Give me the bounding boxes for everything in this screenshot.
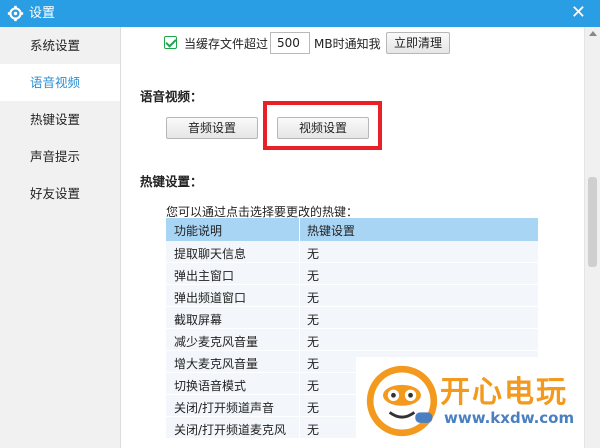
- hotkeys-heading: 热键设置：: [140, 174, 203, 189]
- hotkey-value: 无: [307, 247, 320, 261]
- hotkey-value: 无: [307, 357, 320, 371]
- sidebar-item-sound-alerts[interactable]: 声音提示: [0, 138, 120, 175]
- hotkey-value: 无: [307, 313, 320, 327]
- hotkey-name: 截取屏幕: [174, 313, 223, 327]
- watermark-mascot-icon: [366, 365, 438, 437]
- hotkey-value: 无: [307, 291, 320, 305]
- hotkey-name: 弹出频道窗口: [174, 291, 247, 305]
- hotkey-name: 关闭/打开频道麦克风: [174, 423, 287, 437]
- highlight-box: [263, 101, 382, 150]
- vertical-scrollbar[interactable]: [584, 27, 600, 448]
- table-row[interactable]: 提取聊天信息 无: [166, 241, 538, 263]
- window-title: 设置: [29, 6, 56, 21]
- table-row[interactable]: 弹出主窗口 无: [166, 263, 538, 285]
- sidebar-item-system[interactable]: 系统设置: [0, 27, 120, 64]
- hotkey-table-header: 功能说明 热键设置: [166, 218, 538, 241]
- watermark-url: www.kxdw.com: [444, 409, 575, 427]
- column-divider: [299, 218, 300, 438]
- table-row[interactable]: 减少麦克风音量 无: [166, 329, 538, 351]
- sidebar-item-voice-video[interactable]: 语音视频: [0, 64, 120, 101]
- column-header-function: 功能说明: [174, 224, 223, 238]
- voice-video-heading: 语音视频：: [140, 89, 203, 104]
- audio-settings-button[interactable]: 音频设置: [166, 117, 258, 139]
- hotkey-name: 提取聊天信息: [174, 247, 247, 261]
- cache-unit-label: MB时通知我: [314, 37, 381, 51]
- table-row[interactable]: 截取屏幕 无: [166, 307, 538, 329]
- sidebar-item-hotkeys[interactable]: 热键设置: [0, 101, 120, 138]
- scroll-up-arrow-icon[interactable]: [589, 31, 597, 36]
- table-row[interactable]: 弹出频道窗口 无: [166, 285, 538, 307]
- watermark-title: 开心电玩: [440, 375, 568, 410]
- cache-size-input[interactable]: [270, 32, 310, 54]
- cache-notify-checkbox[interactable]: [164, 36, 177, 49]
- cache-label: 当缓存文件超过: [184, 37, 269, 51]
- column-header-hotkey: 热键设置: [307, 224, 356, 238]
- hotkey-value: 无: [307, 379, 320, 393]
- hotkey-value: 无: [307, 335, 320, 349]
- clear-cache-button[interactable]: 立即清理: [386, 32, 450, 54]
- settings-sidebar: 系统设置 语音视频 热键设置 声音提示 好友设置: [0, 27, 121, 448]
- close-icon[interactable]: ✕: [571, 4, 586, 22]
- title-bar: 设置 ✕: [0, 0, 600, 27]
- hotkey-name: 弹出主窗口: [174, 269, 235, 283]
- hotkey-name: 增大麦克风音量: [174, 357, 259, 371]
- scrollbar-thumb[interactable]: [588, 177, 597, 267]
- hotkey-name: 关闭/打开频道声音: [174, 401, 275, 415]
- sidebar-item-friends[interactable]: 好友设置: [0, 175, 120, 212]
- hotkey-name: 减少麦克风音量: [174, 335, 259, 349]
- hotkey-value: 无: [307, 269, 320, 283]
- hotkey-value: 无: [307, 401, 320, 415]
- hotkey-name: 切换语音模式: [174, 379, 247, 393]
- hotkey-value: 无: [307, 423, 320, 437]
- watermark: 开心电玩 www.kxdw.com: [356, 357, 584, 448]
- app-gear-icon: [7, 5, 24, 22]
